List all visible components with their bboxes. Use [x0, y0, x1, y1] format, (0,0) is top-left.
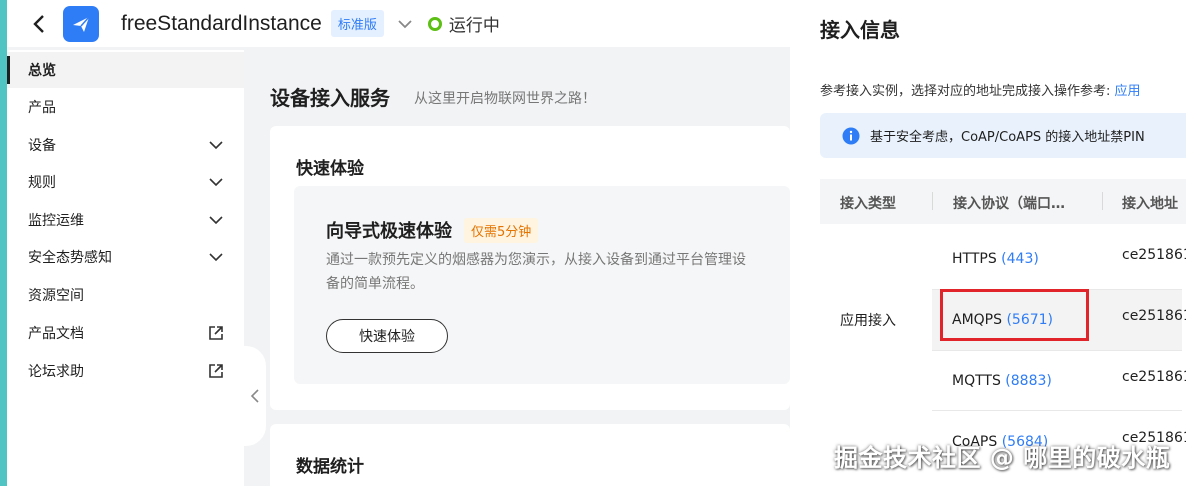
external-link-icon — [209, 364, 223, 378]
page-title: 设备接入服务 — [270, 86, 390, 110]
statistics-heading: 数据统计 — [296, 457, 364, 477]
sidebar-item-label: 资源空间 — [28, 288, 84, 304]
chevron-down-icon — [209, 253, 223, 262]
watermark: 掘金技术社区 @ 哪里的破水瓶 — [834, 444, 1171, 472]
table-header: 接入类型 接入协议（端口… 接入地址 — [820, 179, 1186, 224]
top-bar: freeStandardInstance 标准版 运行中 — [7, 0, 790, 47]
left-edge-bar — [0, 0, 7, 486]
sidebar-item-products[interactable]: 产品 — [7, 89, 244, 125]
wizard-card: 向导式极速体验 仅需5分钟 通过一款预先定义的烟感器为您演示，从接入设备到通过平… — [294, 186, 790, 384]
sidebar-item-label: 产品文档 — [28, 326, 84, 342]
row-divider — [932, 410, 1182, 411]
sidebar-item-label: 总览 — [28, 63, 56, 79]
sidebar-item-label: 监控运维 — [28, 213, 84, 229]
security-notice: 基于安全考虑，CoAP/CoAPS 的接入地址禁PIN — [820, 113, 1186, 158]
quick-experience-card: 快速体验 向导式极速体验 仅需5分钟 通过一款预先定义的烟感器为您演示，从接入设… — [270, 126, 790, 410]
port-link[interactable]: (8883) — [1005, 373, 1052, 389]
chevron-left-icon — [250, 389, 259, 403]
column-header-type: 接入类型 — [840, 196, 896, 212]
sidebar-item-security[interactable]: 安全态势感知 — [7, 239, 244, 275]
external-link-icon — [209, 326, 223, 340]
protocol-cell: HTTPS (443) — [952, 251, 1039, 267]
amqps-highlight-box — [940, 289, 1089, 341]
protocol-cell: MQTTS (8883) — [952, 373, 1052, 389]
quick-experience-button[interactable]: 快速体验 — [326, 319, 448, 353]
column-header-address: 接入地址 — [1122, 196, 1178, 212]
sidebar-item-label: 安全态势感知 — [28, 250, 112, 266]
sidebar-collapse-button[interactable] — [244, 346, 266, 446]
quick-experience-heading: 快速体验 — [296, 159, 364, 179]
address-cell: ce251861 — [1122, 308, 1186, 324]
address-cell: ce251861 — [1122, 247, 1186, 263]
drawer-intro-text: 参考接入实例，选择对应的地址完成接入操作参考: — [820, 84, 1111, 99]
sidebar-item-resource-space[interactable]: 资源空间 — [7, 277, 244, 313]
protocol-name: HTTPS — [952, 251, 997, 267]
back-arrow-icon — [33, 14, 44, 33]
sidebar-item-rules[interactable]: 规则 — [7, 164, 244, 200]
chevron-down-icon — [209, 141, 223, 150]
table-row: MQTTS (8883) ce251861 — [932, 351, 1186, 411]
sidebar-item-label: 论坛求助 — [28, 364, 84, 380]
wizard-title: 向导式极速体验 — [326, 221, 452, 242]
iot-app-logo-icon — [63, 5, 99, 42]
sidebar-item-monitoring[interactable]: 监控运维 — [7, 202, 244, 238]
wizard-description: 通过一款预先定义的烟感器为您演示，从接入设备到通过平台管理设备的简单流程。 — [326, 252, 746, 292]
drawer-intro: 参考接入实例，选择对应的地址完成接入操作参考: 应用 — [820, 80, 1141, 99]
status-dot-icon — [427, 16, 442, 31]
back-button[interactable] — [21, 4, 57, 44]
port-link[interactable]: (443) — [1001, 251, 1039, 267]
drawer-intro-link[interactable]: 应用 — [1115, 84, 1141, 99]
sidebar: 总览 产品 设备 规则 监控运维 安全态势感知 资源空间 产品文档 论坛求助 — [7, 50, 244, 486]
statistics-card: 数据统计 — [270, 424, 790, 486]
instance-name: freeStandardInstance — [121, 11, 322, 35]
page-subtitle: 从这里开启物联网世界之路！ — [414, 91, 596, 107]
sidebar-item-product-docs[interactable]: 产品文档 — [7, 315, 244, 351]
edition-badge: 标准版 — [330, 10, 384, 37]
sidebar-item-label: 设备 — [28, 138, 56, 154]
column-divider — [932, 192, 933, 210]
sidebar-item-label: 规则 — [28, 175, 56, 191]
access-type-cell: 应用接入 — [840, 313, 896, 329]
chevron-down-icon — [209, 216, 223, 225]
protocol-name: MQTTS — [952, 373, 1001, 389]
sidebar-item-forum[interactable]: 论坛求助 — [7, 353, 244, 389]
access-info-drawer: 接入信息 参考接入实例，选择对应的地址完成接入操作参考: 应用 基于安全考虑，C… — [790, 0, 1186, 486]
drawer-title: 接入信息 — [820, 18, 900, 42]
sidebar-item-devices[interactable]: 设备 — [7, 127, 244, 163]
info-icon — [842, 127, 860, 144]
sidebar-item-label: 产品 — [28, 100, 56, 116]
sidebar-item-overview[interactable]: 总览 — [7, 52, 244, 88]
column-divider — [1102, 192, 1103, 210]
address-cell: ce251861 — [1122, 369, 1186, 385]
column-header-protocol: 接入协议（端口… — [953, 196, 1065, 212]
duration-badge: 仅需5分钟 — [464, 218, 539, 243]
table-row: HTTPS (443) ce251861 — [932, 229, 1186, 289]
instance-switch-chevron-icon[interactable] — [398, 16, 414, 32]
chevron-down-icon — [209, 178, 223, 187]
status-text: 运行中 — [448, 16, 500, 36]
notice-text: 基于安全考虑，CoAP/CoAPS 的接入地址禁PIN — [870, 130, 1145, 145]
